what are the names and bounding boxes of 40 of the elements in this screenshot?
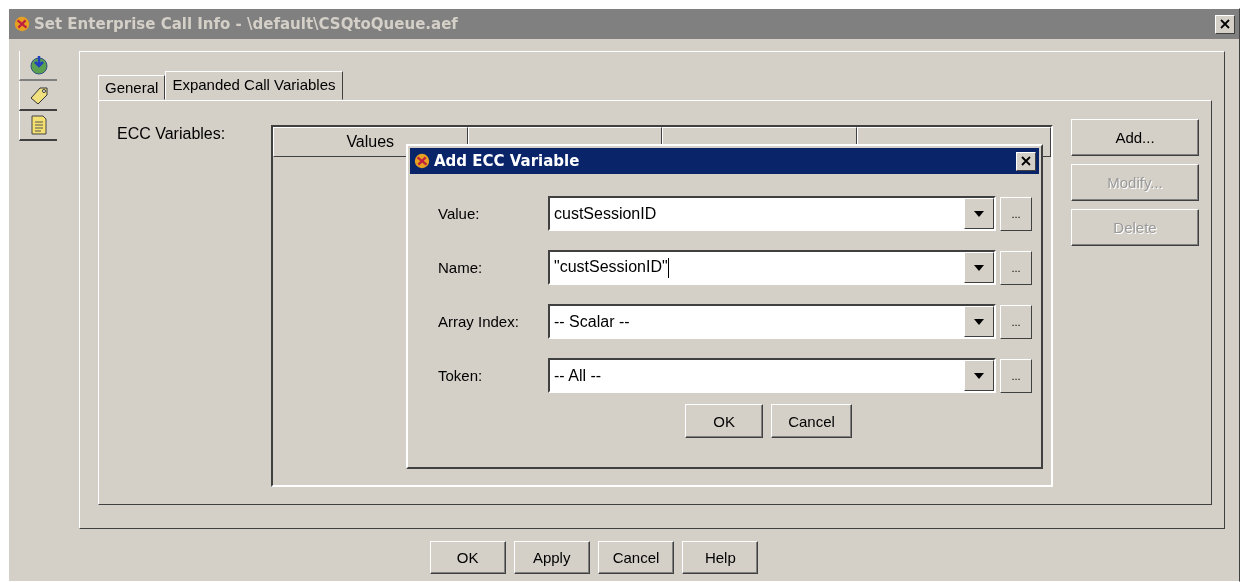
field-label: Value: bbox=[438, 205, 481, 222]
dialog-button[interactable]: Cancel bbox=[597, 541, 675, 574]
close-button[interactable] bbox=[1016, 151, 1036, 171]
close-icon bbox=[1021, 156, 1031, 166]
dropdown-button[interactable] bbox=[964, 198, 994, 229]
caret-icon bbox=[974, 210, 984, 217]
combo-field[interactable]: -- All -- bbox=[548, 358, 996, 393]
tab[interactable]: General bbox=[98, 75, 166, 100]
caret-icon bbox=[974, 264, 984, 271]
dialog-button[interactable]: Cancel bbox=[771, 404, 852, 438]
browse-button[interactable]: ... bbox=[1000, 250, 1032, 285]
side-tab[interactable] bbox=[19, 51, 57, 81]
tab[interactable]: Expanded Call Variables bbox=[165, 71, 343, 100]
side-tab[interactable] bbox=[19, 81, 57, 111]
field-label: Name: bbox=[438, 259, 484, 276]
dropdown-button[interactable] bbox=[964, 306, 994, 337]
close-icon bbox=[1220, 19, 1230, 29]
dialog-button[interactable]: Apply bbox=[513, 541, 590, 574]
action-button[interactable]: Add... bbox=[1071, 119, 1199, 156]
browse-button[interactable]: ... bbox=[1000, 304, 1032, 339]
dialog-button[interactable]: OK bbox=[685, 404, 764, 438]
app-icon bbox=[413, 152, 431, 170]
field-label: Array Index: bbox=[438, 313, 520, 330]
combo-field[interactable]: -- Scalar -- bbox=[548, 304, 996, 339]
browse-button[interactable]: ... bbox=[1000, 196, 1032, 231]
combo-field[interactable]: "custSessionID" bbox=[548, 250, 996, 285]
combo-field[interactable]: custSessionID bbox=[548, 196, 996, 231]
field-label: Token: bbox=[438, 367, 484, 384]
browse-button[interactable]: ... bbox=[1000, 358, 1032, 393]
caret-icon bbox=[974, 372, 984, 379]
dropdown-button[interactable] bbox=[964, 252, 994, 283]
window-title: Set Enterprise Call Info - \default\CSQtoQueue.aef bbox=[34, 15, 459, 33]
dialog-button[interactable]: Help bbox=[682, 541, 759, 574]
caret-icon bbox=[974, 318, 984, 325]
dialog-button[interactable]: OK bbox=[429, 541, 506, 574]
dropdown-button[interactable] bbox=[964, 360, 994, 391]
side-tab[interactable] bbox=[19, 111, 57, 141]
globe-icon bbox=[27, 54, 50, 76]
ecc-variables-label: ECC Variables: bbox=[117, 125, 227, 144]
app-icon bbox=[13, 15, 31, 33]
